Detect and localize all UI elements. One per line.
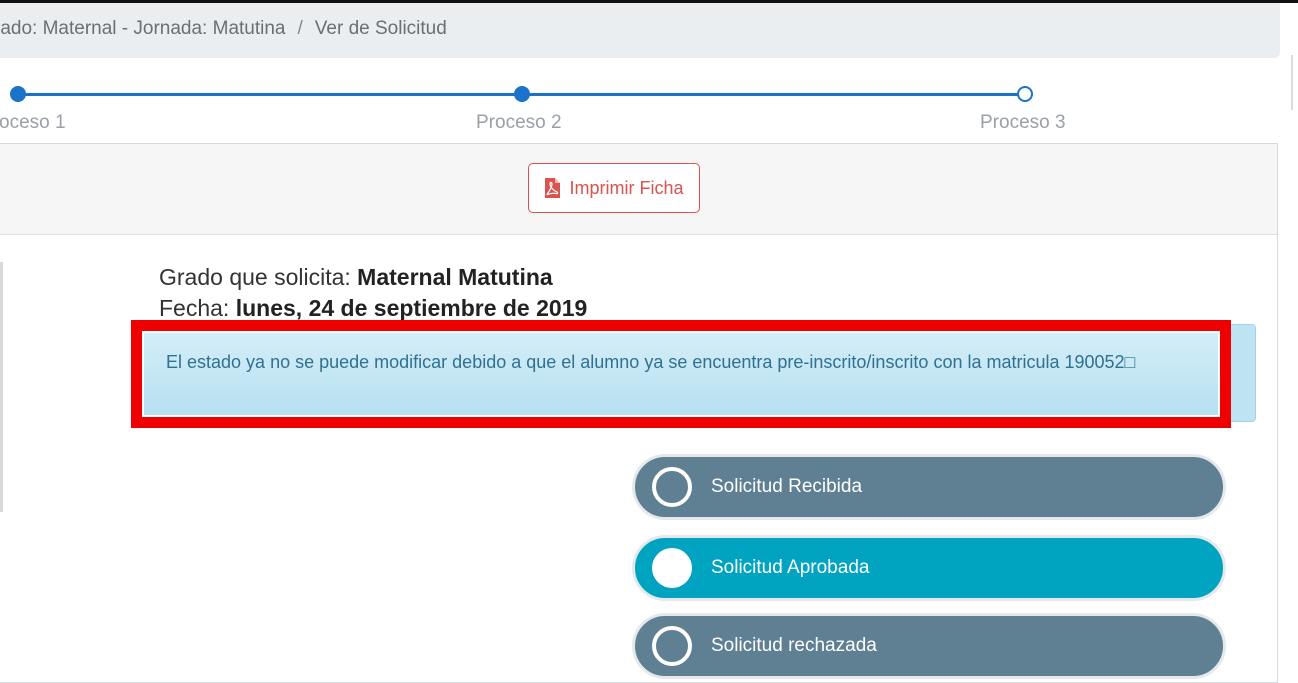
step-2-label: Proceso 2 <box>476 112 562 133</box>
grade-line: Grado que solicita: Maternal Matutina <box>159 262 587 293</box>
grade-label: Grado que solicita: <box>159 264 351 290</box>
breadcrumb-current: Ver de Solicitud <box>314 18 447 39</box>
step-1-dot <box>10 86 26 102</box>
radio-circle-icon <box>652 467 692 507</box>
print-form-label: Imprimir Ficha <box>569 177 684 198</box>
breadcrumb-separator: / <box>297 18 303 39</box>
status-received-label: Solicitud Recibida <box>711 476 863 497</box>
process-stepper: oceso 1 Proceso 2 Proceso 3 <box>0 80 1298 140</box>
date-value: lunes, 24 de septiembre de 2019 <box>235 295 588 321</box>
date-label: Fecha: <box>159 295 230 321</box>
radio-circle-icon <box>652 626 692 666</box>
status-approved-toggle[interactable]: Solicitud Aprobada <box>632 535 1226 601</box>
step-1-label: oceso 1 <box>0 112 66 133</box>
breadcrumb-path[interactable]: rado: Maternal - Jornada: Matutina <box>0 18 286 39</box>
step-3-label: Proceso 3 <box>980 112 1066 133</box>
status-received-toggle[interactable]: Solicitud Recibida <box>632 454 1226 520</box>
step-3-dot <box>1017 86 1033 102</box>
status-rejected-label: Solicitud rechazada <box>711 635 877 656</box>
left-panel-edge <box>0 262 3 512</box>
request-info: Grado que solicita: Maternal Matutina Fe… <box>159 262 587 324</box>
status-rejected-toggle[interactable]: Solicitud rechazada <box>632 613 1226 679</box>
status-approved-label: Solicitud Aprobada <box>711 557 870 578</box>
alert-message: El estado ya no se puede modificar debid… <box>144 333 1218 415</box>
radio-checked-icon <box>652 548 692 588</box>
pdf-icon <box>545 178 561 198</box>
print-form-button[interactable]: Imprimir Ficha <box>528 163 700 213</box>
highlighted-info-alert: El estado ya no se puede modificar debid… <box>131 320 1231 428</box>
breadcrumb: rado: Maternal - Jornada: Matutina / Ver d… <box>0 3 1280 58</box>
card-header: Imprimir Ficha <box>0 144 1277 235</box>
step-2-dot <box>514 86 530 102</box>
grade-value: Maternal Matutina <box>357 264 553 290</box>
